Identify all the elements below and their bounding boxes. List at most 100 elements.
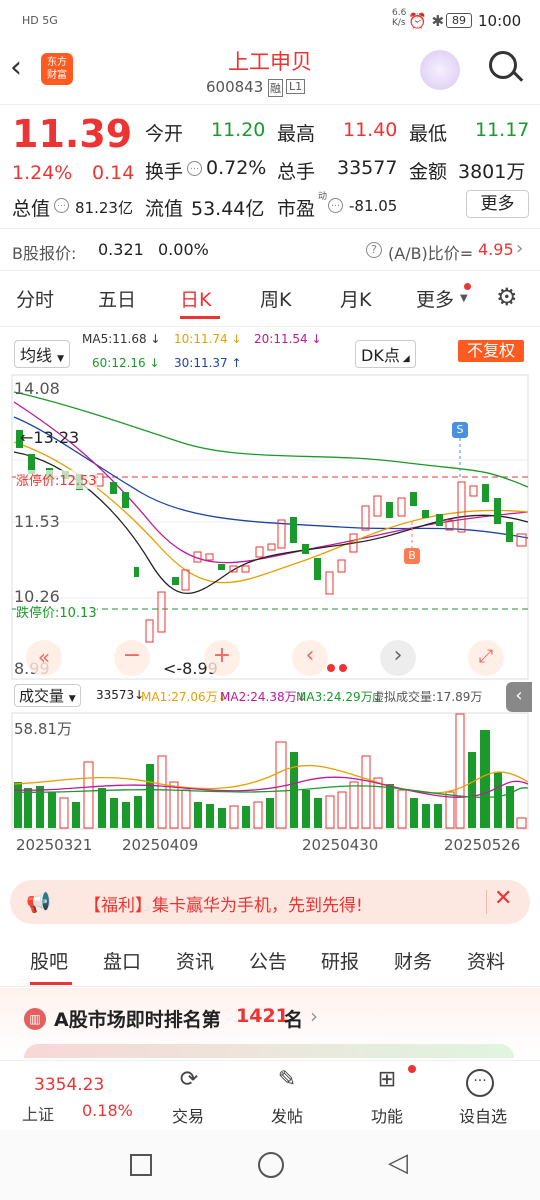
- pe-label: 市盈: [277, 198, 316, 220]
- gear-icon[interactable]: ⚙: [496, 283, 518, 311]
- tab-announcements[interactable]: 公告: [249, 947, 287, 974]
- low-label: 最低: [409, 123, 448, 145]
- tab-research[interactable]: 研报: [321, 947, 359, 974]
- step-left-icon[interactable]: ‹: [292, 640, 328, 676]
- dk-button[interactable]: DK点 ◢: [355, 340, 416, 368]
- zoom-in-icon[interactable]: +: [204, 640, 240, 676]
- step-right-icon[interactable]: ›: [380, 640, 416, 676]
- ma-select[interactable]: 均线 ▼: [14, 340, 71, 368]
- bshare-label: B股报价:: [12, 244, 77, 263]
- grid-icon[interactable]: ⊞: [366, 1067, 408, 1092]
- tab-profile[interactable]: 资料: [467, 947, 505, 974]
- trade-label[interactable]: 交易: [160, 1103, 216, 1127]
- info-icon[interactable]: …: [328, 198, 343, 213]
- info-icon[interactable]: …: [187, 161, 202, 176]
- collapse-panel-icon[interactable]: ‹: [506, 682, 532, 712]
- change-amount: 0.14: [92, 162, 135, 184]
- net-speed: 6.6 K/s: [392, 8, 407, 28]
- back-nav-icon[interactable]: ◁: [388, 1148, 408, 1178]
- header: ‹ 东方 财富 上工申贝 600843 融 L1: [0, 42, 540, 104]
- caret-down-icon: ▼: [57, 354, 65, 364]
- tab-intraday[interactable]: 分时: [16, 285, 54, 312]
- tab-weekly-k[interactable]: 周K: [260, 285, 291, 312]
- ab-ratio-label: (A/B)比价=: [388, 244, 474, 263]
- tab-guba[interactable]: 股吧: [30, 947, 68, 974]
- volume-bars: [14, 713, 527, 829]
- rank-section[interactable]: ▥ A股市场即时排名第 1421 名 ›: [0, 988, 540, 1060]
- tab-daily-k[interactable]: 日K: [180, 285, 211, 312]
- vol-ma2: MA2:24.38万↓: [220, 690, 307, 704]
- y-axis-top: 14.08: [14, 379, 60, 398]
- footer-nav: 3354.23 上证 0.18% ⟳ 交易 ✎ 发帖 ⊞ 功能 ··· 设自选: [0, 1060, 540, 1128]
- tab-pankou[interactable]: 盘口: [103, 947, 141, 974]
- date-label: 20250526: [444, 836, 521, 854]
- search-icon[interactable]: [489, 51, 517, 79]
- recent-apps-icon[interactable]: [130, 1154, 152, 1176]
- index-name: 上证: [22, 1105, 55, 1124]
- open-value: 11.20: [211, 119, 266, 141]
- close-icon[interactable]: ✕: [494, 886, 512, 911]
- divider: [0, 986, 540, 987]
- turnover-value: 0.72%: [206, 157, 267, 179]
- dk-label: DK点: [361, 346, 400, 365]
- limit-down-label: 跌停价:10.13: [16, 602, 97, 621]
- home-icon[interactable]: [258, 1152, 284, 1178]
- notification-dot: [464, 283, 471, 290]
- zoom-out-icon[interactable]: −: [114, 640, 150, 676]
- tab-monthly-k[interactable]: 月K: [340, 285, 371, 312]
- settings-label[interactable]: 设自选: [452, 1103, 514, 1127]
- more-dots-icon[interactable]: ···: [466, 1069, 494, 1097]
- help-icon[interactable]: ?: [366, 242, 382, 258]
- rank-prefix: A股市场即时排名第: [54, 1009, 221, 1031]
- kline-chart[interactable]: [0, 372, 540, 682]
- ma30-legend: 30:11.37 ↑: [174, 356, 242, 370]
- function-label[interactable]: 功能: [359, 1103, 415, 1127]
- buy-marker[interactable]: B: [404, 548, 420, 564]
- page-dot: [327, 664, 335, 672]
- promo-banner[interactable]: 📢 【福利】集卡赢华为手机，先到先得! ✕: [10, 880, 530, 924]
- promo-text: 【福利】集卡赢华为手机，先到先得!: [84, 896, 363, 916]
- index-price: 3354.23: [34, 1075, 105, 1095]
- vol-ma1: MA1:27.06万↓: [141, 690, 228, 704]
- date-label: 20250321: [16, 836, 93, 854]
- more-button[interactable]: 更多: [466, 190, 529, 218]
- rewind-icon[interactable]: «: [26, 640, 62, 676]
- float-value: 53.44亿: [191, 198, 265, 220]
- adjust-button[interactable]: 不复权: [458, 340, 524, 362]
- volume-select[interactable]: 成交量 ▼: [14, 684, 81, 707]
- corner-icon: ◢: [399, 354, 410, 364]
- ma60-legend: 60:12.16 ↓: [92, 356, 160, 370]
- fullscreen-icon[interactable]: ⤢: [468, 640, 504, 676]
- chart-bars-icon: ▥: [24, 1008, 46, 1030]
- pe-superscript: 动: [318, 192, 328, 202]
- change-pct: 1.24%: [12, 162, 73, 184]
- high-label: 最高: [277, 123, 316, 145]
- status-bar: HD 5G 6.6 K/s ⏰ ✱ 89 10:00: [0, 0, 540, 42]
- volume-chart[interactable]: [0, 712, 540, 832]
- divider: [0, 326, 540, 327]
- chevron-right-icon[interactable]: ›: [516, 238, 523, 259]
- alarm-icon: ⏰ ✱: [408, 12, 445, 30]
- post-label[interactable]: 发帖: [259, 1103, 315, 1127]
- volume-label: 总手: [277, 161, 316, 183]
- level-badge: L1: [286, 79, 306, 94]
- edit-icon[interactable]: ✎: [266, 1067, 308, 1092]
- open-label: 今开: [145, 123, 184, 145]
- tab-5day[interactable]: 五日: [98, 285, 136, 312]
- rank-suffix: 名: [284, 1009, 304, 1031]
- sell-marker[interactable]: S: [452, 422, 468, 438]
- trade-icon[interactable]: ⟳: [168, 1067, 210, 1092]
- divider: [0, 104, 540, 105]
- ma5-legend: MA5:11.68 ↓: [82, 332, 161, 346]
- rank-bar: [24, 1044, 514, 1058]
- tab-finance[interactable]: 财务: [394, 947, 432, 974]
- rank-number: 1421: [236, 1005, 289, 1027]
- tab-news[interactable]: 资讯: [176, 947, 214, 974]
- robot-avatar-icon[interactable]: [420, 50, 460, 90]
- bshare-pct: 0.00%: [158, 240, 209, 259]
- ma20-legend: 20:11.54 ↓: [254, 332, 322, 346]
- info-icon[interactable]: …: [54, 198, 69, 213]
- tab-more[interactable]: 更多: [416, 285, 454, 312]
- amount-value: 3801万: [458, 161, 526, 183]
- high-value: 11.40: [343, 119, 398, 141]
